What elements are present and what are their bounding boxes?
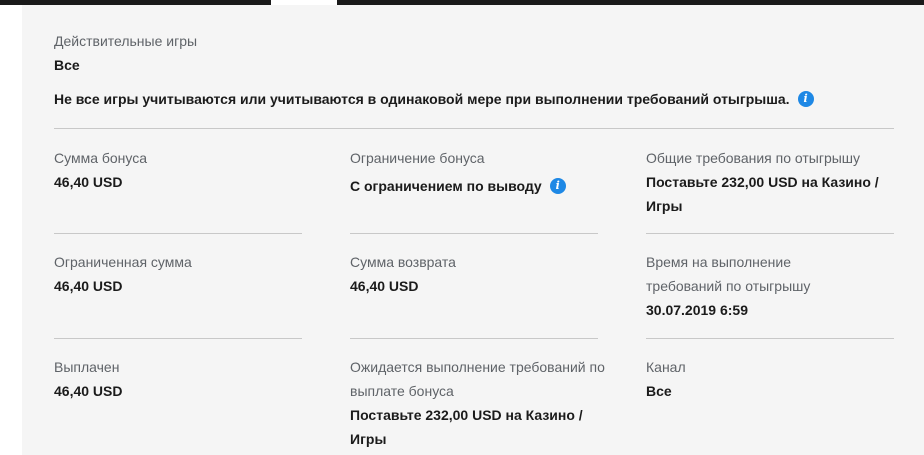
bonus-limit-value: С ограничением по выводу <box>350 178 542 194</box>
time-limit-field: Время на выполнение требований по отыгры… <box>646 250 846 322</box>
channel-label: Канал <box>646 359 686 375</box>
valid-games-section: Действительные игры Все <box>54 29 197 77</box>
channel-field: Канал Все <box>646 355 906 403</box>
bonus-limit-field: Ограничение бонуса С ограничением по выв… <box>350 146 602 198</box>
paid-out-field: Выплачен 46,40 USD <box>54 355 306 403</box>
time-limit-value: 30.07.2019 6:59 <box>646 302 748 318</box>
info-icon[interactable]: i <box>797 91 814 107</box>
wagering-total-value: Поставьте 232,00 USD на Казино / Игры <box>646 174 879 214</box>
section-divider <box>54 128 894 129</box>
limited-amount-label: Ограниченная сумма <box>54 254 192 270</box>
pending-payout-label: Ожидается выполнение требований по выпла… <box>350 359 605 399</box>
row-divider <box>646 338 894 339</box>
wagering-total-label: Общие требования по отыгрышу <box>646 150 861 166</box>
bonus-limit-value-row: С ограничением по выводу i <box>350 174 602 198</box>
bonus-amount-value: 46,40 USD <box>54 174 123 190</box>
valid-games-label: Действительные игры <box>54 33 198 49</box>
bonus-limit-label: Ограничение бонуса <box>350 150 485 166</box>
row-divider <box>54 233 302 234</box>
refund-amount-value: 46,40 USD <box>350 278 419 294</box>
row-divider <box>350 338 598 339</box>
refund-amount-field: Сумма возврата 46,40 USD <box>350 250 602 298</box>
row-divider <box>54 338 302 339</box>
bonus-amount-label: Сумма бонуса <box>54 150 148 166</box>
bonus-amount-field: Сумма бонуса 46,40 USD <box>54 146 306 194</box>
time-limit-label: Время на выполнение требований по отыгры… <box>646 254 811 294</box>
games-note-text: Не все игры учитываются или учитываются … <box>54 91 790 107</box>
row-divider <box>646 233 894 234</box>
paid-out-label: Выплачен <box>54 359 120 375</box>
row-divider <box>350 233 598 234</box>
games-note: Не все игры учитываются или учитываются … <box>54 87 814 111</box>
pending-payout-value: Поставьте 232,00 USD на Казино / Игры <box>350 407 583 447</box>
bonus-details-panel: Действительные игры Все Не все игры учит… <box>22 5 924 455</box>
info-icon[interactable]: i <box>549 178 566 194</box>
limited-amount-field: Ограниченная сумма 46,40 USD <box>54 250 306 298</box>
paid-out-value: 46,40 USD <box>54 383 123 399</box>
wagering-total-field: Общие требования по отыгрышу Поставьте 2… <box>646 146 906 218</box>
pending-payout-field: Ожидается выполнение требований по выпла… <box>350 355 612 451</box>
limited-amount-value: 46,40 USD <box>54 278 123 294</box>
refund-amount-label: Сумма возврата <box>350 254 456 270</box>
valid-games-value: Все <box>54 57 80 73</box>
channel-value: Все <box>646 383 672 399</box>
